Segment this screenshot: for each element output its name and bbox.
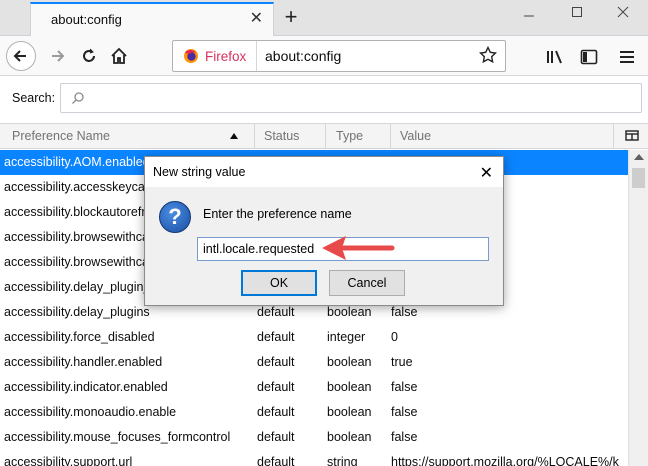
- annotation-arrow-icon: [322, 236, 395, 260]
- search-row: Search:: [0, 77, 648, 123]
- dialog-close-icon[interactable]: ✕: [480, 163, 493, 183]
- firefox-logo-icon: [184, 49, 198, 63]
- back-button[interactable]: [6, 41, 36, 71]
- library-icon: [547, 50, 562, 64]
- menu-button[interactable]: [616, 46, 638, 68]
- bookmark-star-icon[interactable]: [479, 46, 497, 64]
- home-icon: [111, 47, 127, 64]
- tab-title: about:config: [51, 12, 122, 27]
- window-close-button[interactable]: [608, 6, 638, 30]
- url-text[interactable]: about:config: [265, 48, 341, 64]
- dialog-title: New string value: [153, 165, 246, 179]
- table-row[interactable]: accessibility.handler.enabled default bo…: [0, 350, 628, 375]
- library-button[interactable]: [544, 46, 566, 68]
- search-label: Search:: [12, 91, 56, 105]
- maximize-icon: [572, 7, 582, 17]
- table-row[interactable]: accessibility.monoaudio.enable default b…: [0, 400, 628, 425]
- table-row[interactable]: accessibility.force_disabled default int…: [0, 325, 628, 350]
- sidebar-button[interactable]: [578, 46, 600, 68]
- ok-button[interactable]: OK: [241, 270, 317, 296]
- scroll-up-icon[interactable]: [634, 154, 644, 160]
- identity-label: Firefox: [205, 48, 247, 64]
- reload-icon: [83, 48, 95, 62]
- minimize-button[interactable]: [514, 6, 544, 30]
- tab-about-config[interactable]: about:config ✕: [30, 2, 274, 36]
- tab-strip: about:config ✕ +: [0, 0, 648, 36]
- column-value[interactable]: Value: [400, 129, 431, 143]
- forward-arrow-icon: [52, 50, 65, 62]
- search-icon: [72, 92, 84, 104]
- column-type[interactable]: Type: [336, 129, 363, 143]
- cancel-button[interactable]: Cancel: [329, 270, 405, 296]
- column-status[interactable]: Status: [264, 129, 299, 143]
- search-input[interactable]: [60, 83, 642, 113]
- tab-close-icon[interactable]: ✕: [250, 10, 263, 28]
- identity-box[interactable]: Firefox: [173, 41, 257, 71]
- minimize-icon: [524, 15, 534, 17]
- maximize-button[interactable]: [562, 6, 592, 30]
- new-string-value-dialog: New string value ✕ ? Enter the preferenc…: [144, 156, 504, 306]
- home-button[interactable]: [104, 41, 134, 71]
- new-tab-button[interactable]: +: [277, 4, 305, 32]
- window-close-icon: [617, 6, 629, 18]
- column-preference-name[interactable]: Preference Name: [12, 129, 110, 143]
- dialog-prompt: Enter the preference name: [203, 207, 352, 221]
- reload-button[interactable]: [74, 41, 104, 71]
- question-icon: ?: [159, 201, 191, 233]
- table-row[interactable]: accessibility.mouse_focuses_formcontrol …: [0, 425, 628, 450]
- scroll-thumb[interactable]: [632, 168, 645, 188]
- nav-bar: Firefox about:config: [0, 36, 648, 76]
- hamburger-menu-icon: [620, 51, 634, 63]
- vertical-scrollbar[interactable]: [628, 150, 648, 466]
- back-arrow-icon: [13, 50, 26, 62]
- url-bar[interactable]: Firefox about:config: [172, 40, 506, 72]
- sort-ascending-icon: [230, 133, 238, 139]
- forward-button[interactable]: [42, 41, 72, 71]
- column-picker-icon[interactable]: [624, 128, 640, 144]
- table-row[interactable]: accessibility.indicator.enabled default …: [0, 375, 628, 400]
- sidebar-icon: [580, 49, 598, 65]
- table-row[interactable]: accessibility.support.url default string…: [0, 450, 628, 466]
- dialog-titlebar: New string value ✕: [145, 157, 503, 187]
- column-header: Preference Name Status Type Value: [0, 123, 648, 149]
